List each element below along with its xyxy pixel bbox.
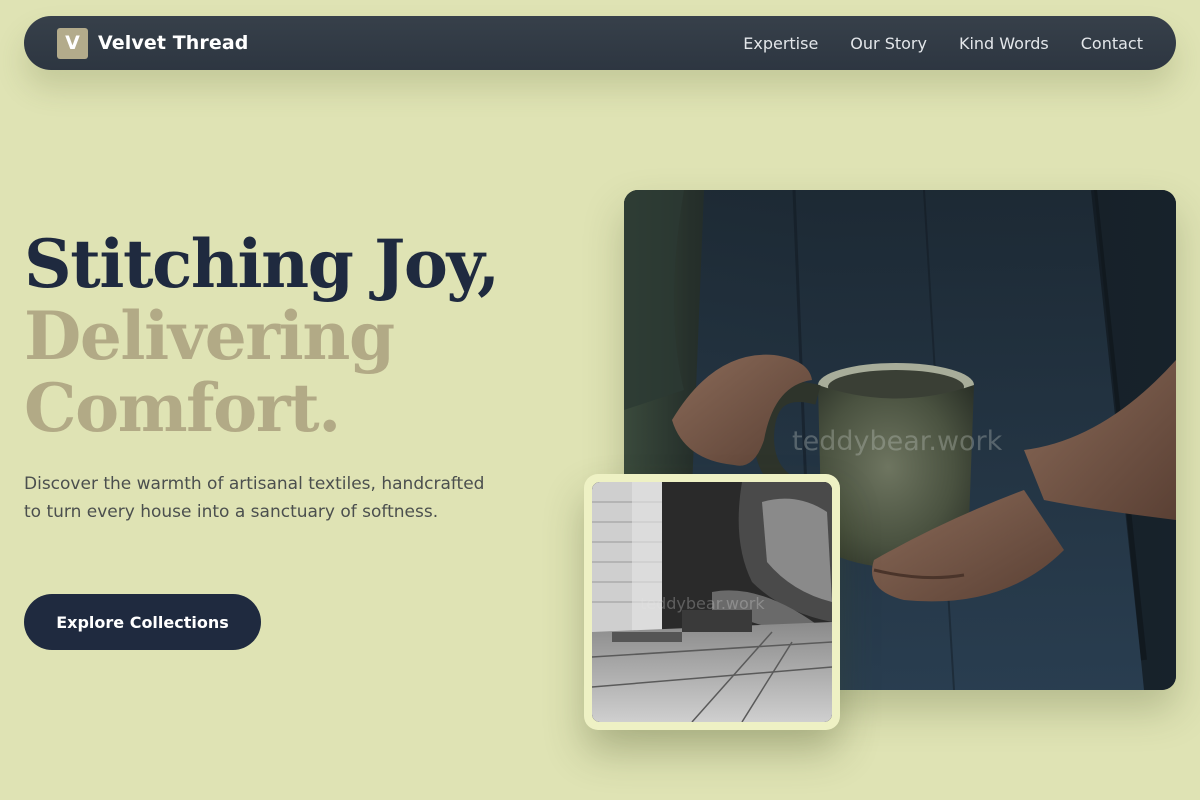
top-nav: V Velvet Thread Expertise Our Story Kind…: [24, 16, 1176, 70]
woodworking-photo-illustration: [592, 482, 832, 722]
inset-image-frame: teddybear.work: [584, 474, 840, 730]
nav-link-our-story[interactable]: Our Story: [850, 34, 927, 53]
brand-name: Velvet Thread: [98, 32, 249, 54]
nav-link-expertise[interactable]: Expertise: [743, 34, 818, 53]
nav-link-contact[interactable]: Contact: [1081, 34, 1143, 53]
headline-line-3: Comfort.: [24, 369, 341, 447]
hero-headline: Stitching Joy, Delivering Comfort.: [24, 225, 500, 447]
nav-link-kind-words[interactable]: Kind Words: [959, 34, 1049, 53]
hero-subtitle: Discover the warmth of artisanal textile…: [24, 474, 485, 522]
headline-line-2: Delivering: [24, 297, 395, 375]
explore-collections-button[interactable]: Explore Collections: [24, 594, 261, 650]
logo-mark: V: [57, 27, 88, 59]
brand[interactable]: V Velvet Thread: [57, 27, 249, 59]
inset-image-woodworking: teddybear.work: [592, 482, 832, 722]
headline-line-1: Stitching Joy,: [24, 225, 500, 303]
nav-links: Expertise Our Story Kind Words Contact: [743, 34, 1143, 53]
